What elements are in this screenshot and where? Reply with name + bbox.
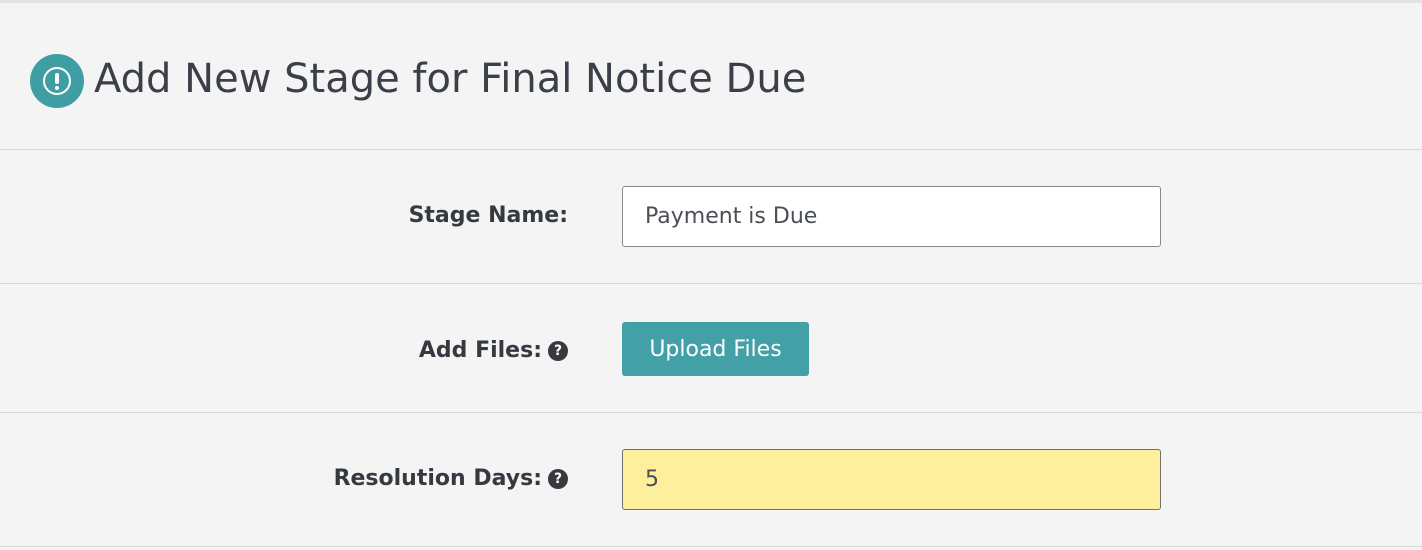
resolution-days-label: Resolution Days: ?: [334, 466, 568, 491]
stage-name-label: Stage Name:: [409, 203, 568, 228]
resolution-days-row: Resolution Days: ?: [0, 413, 1422, 546]
resolution-days-label-text: Resolution Days:: [333, 466, 542, 491]
question-circle-icon[interactable]: ?: [548, 468, 568, 489]
upload-files-button[interactable]: Upload Files: [622, 322, 809, 376]
alert-circle-icon: [30, 54, 84, 108]
page-title: Add New Stage for Final Notice Due: [94, 56, 807, 102]
stage-name-label-text: Stage Name:: [408, 203, 568, 228]
divider: [0, 546, 1422, 547]
resolution-days-input[interactable]: [622, 449, 1161, 510]
page-header: Add New Stage for Final Notice Due: [0, 3, 1422, 149]
add-files-label-text: Add Files:: [418, 338, 542, 363]
add-files-label: Add Files: ?: [419, 338, 568, 363]
stage-name-row: Stage Name:: [0, 150, 1422, 283]
stage-name-input[interactable]: [622, 186, 1161, 247]
question-circle-icon[interactable]: ?: [548, 340, 568, 361]
